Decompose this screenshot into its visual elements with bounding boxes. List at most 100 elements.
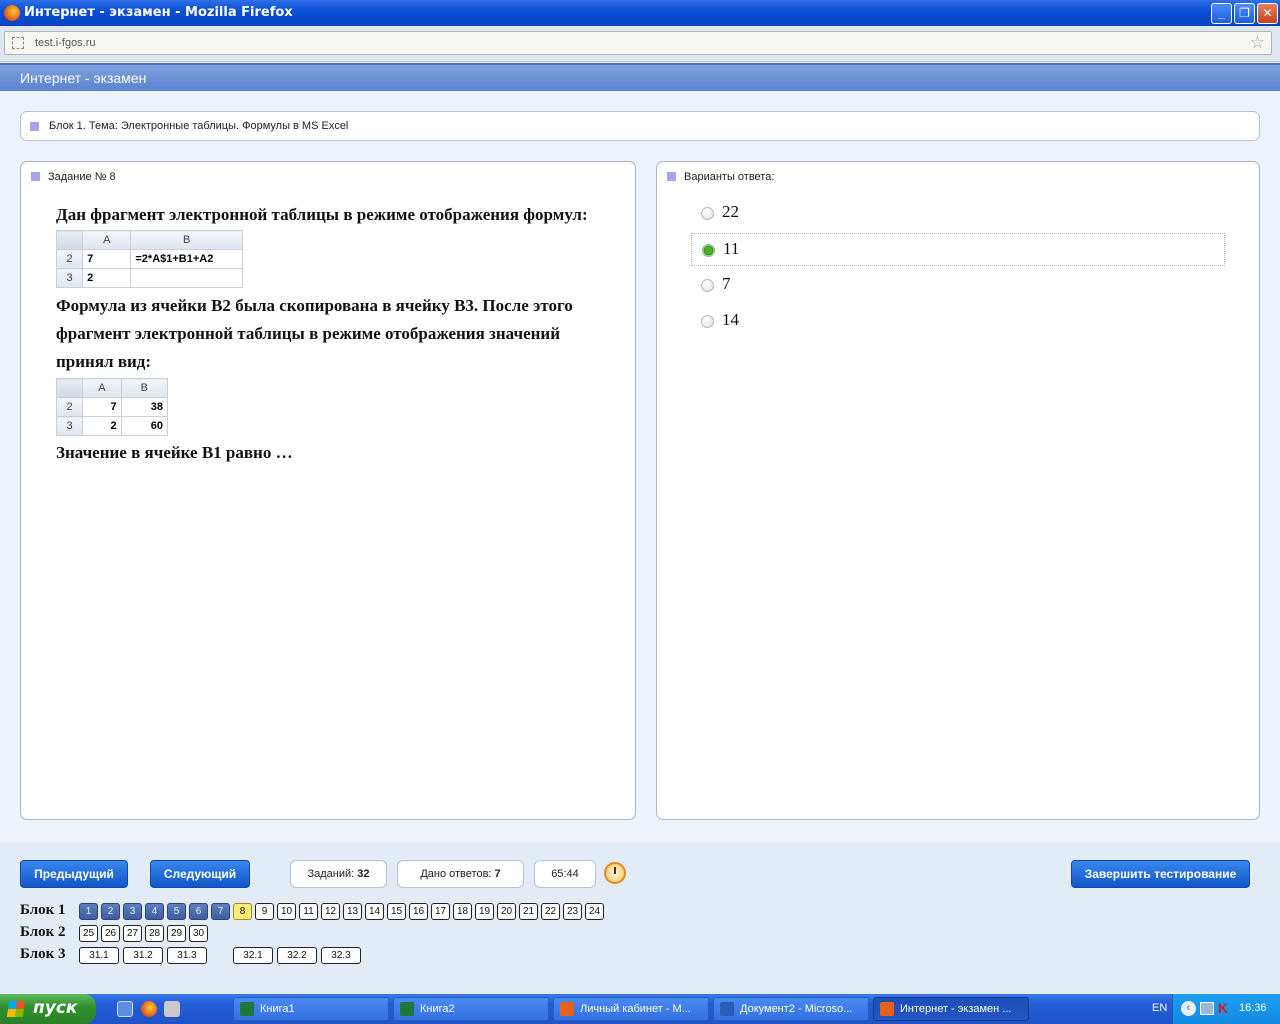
question-nav-cell[interactable]: 32.3: [321, 947, 361, 964]
window-title-bar[interactable]: Интернет - экзамен - Mozilla Firefox _ ❐…: [0, 0, 1280, 26]
question-nav-cell[interactable]: 1: [79, 903, 98, 920]
bullet-square-icon: [667, 171, 676, 181]
cell-ref: B2: [211, 296, 231, 315]
question-nav-cell[interactable]: 8: [233, 903, 252, 920]
answer-option[interactable]: 11: [691, 233, 1225, 266]
question-nav-cell[interactable]: 4: [145, 903, 164, 920]
alarm-clock-icon: [604, 862, 626, 884]
answer-option[interactable]: 14: [691, 305, 1225, 338]
question-nav-cell[interactable]: 32.2: [277, 947, 317, 964]
question-nav-cell[interactable]: 9: [255, 903, 274, 920]
url-field[interactable]: test.i-fgos.ru ☆: [4, 31, 1272, 55]
question-nav-cell[interactable]: 32.1: [233, 947, 273, 964]
question-nav-cell[interactable]: 17: [431, 903, 450, 920]
question-nav-cell[interactable]: 20: [497, 903, 516, 920]
answered-count-value: 7: [494, 868, 501, 880]
question-nav-cell[interactable]: 5: [167, 903, 186, 920]
task-label: Документ2 - Microso...: [740, 1003, 853, 1015]
question-nav-cell[interactable]: 12: [321, 903, 340, 920]
quicklaunch-app-icon[interactable]: [164, 1001, 180, 1017]
column-header: A: [82, 378, 122, 398]
restore-button[interactable]: ❐: [1234, 3, 1255, 24]
row-number: 3: [55, 416, 84, 436]
question-nav-cell[interactable]: 23: [563, 903, 582, 920]
close-button[interactable]: ✕: [1257, 3, 1278, 24]
answer-option[interactable]: 22: [691, 197, 1225, 230]
cell-b3: 60: [120, 416, 169, 436]
start-label: пуск: [33, 998, 78, 1018]
radio-button[interactable]: [701, 315, 714, 328]
previous-button[interactable]: Предыдущий: [20, 860, 128, 888]
language-indicator[interactable]: EN: [1152, 1002, 1167, 1014]
question-nav-cell[interactable]: 16: [409, 903, 428, 920]
question-middle-line1: Формула из ячейки B2 была скопирована в …: [56, 292, 573, 320]
question-nav-cell[interactable]: 31.3: [167, 947, 207, 964]
cell-a3: 2: [82, 416, 122, 436]
formula-table: A B 2 7 =2*A$1+B1+A2 3 2: [55, 230, 243, 288]
task-app-icon: [880, 1002, 894, 1016]
question-nav-cell[interactable]: 18: [453, 903, 472, 920]
radio-button[interactable]: [702, 244, 715, 257]
tray-expand-icon[interactable]: ‹: [1181, 1001, 1196, 1016]
taskbar-task[interactable]: Документ2 - Microso...: [713, 997, 869, 1021]
question-nav-cell[interactable]: 22: [541, 903, 560, 920]
minimize-button[interactable]: _: [1211, 3, 1232, 24]
question-nav-cell[interactable]: 14: [365, 903, 384, 920]
question-ending: Значение в ячейке B1 равно …: [56, 439, 293, 467]
question-nav-cell[interactable]: 19: [475, 903, 494, 920]
question-nav-cell[interactable]: 31.2: [123, 947, 163, 964]
finish-test-button[interactable]: Завершить тестирование: [1071, 860, 1250, 888]
taskbar-task[interactable]: Книга1: [233, 997, 389, 1021]
text-fragment: Формула из ячейки: [56, 296, 207, 315]
task-label: Книга2: [420, 1003, 455, 1015]
question-nav-cell[interactable]: 24: [585, 903, 604, 920]
question-nav-cell[interactable]: 28: [145, 925, 164, 942]
text-fragment: . После этого: [473, 296, 573, 315]
site-identity-icon[interactable]: [12, 37, 24, 49]
question-nav-cell[interactable]: 29: [167, 925, 186, 942]
question-nav-cell[interactable]: 2: [101, 903, 120, 920]
show-desktop-icon[interactable]: [117, 1001, 133, 1017]
answer-option[interactable]: 7: [691, 269, 1225, 302]
firefox-icon: [4, 5, 20, 21]
radio-button[interactable]: [701, 207, 714, 220]
radio-button[interactable]: [701, 279, 714, 292]
task-label: Личный кабинет - M...: [580, 1003, 691, 1015]
answered-count-label: Дано ответов:: [420, 868, 492, 880]
question-middle-line2: фрагмент электронной таблицы в режиме от…: [56, 324, 561, 343]
question-nav-cell[interactable]: 10: [277, 903, 296, 920]
question-nav-cell[interactable]: 15: [387, 903, 406, 920]
taskbar-task[interactable]: Книга2: [393, 997, 549, 1021]
task-app-icon: [400, 1002, 414, 1016]
taskbar-task[interactable]: Интернет - экзамен ...: [873, 997, 1029, 1021]
windows-logo-icon: [6, 1001, 26, 1017]
question-nav-cell[interactable]: 7: [211, 903, 230, 920]
question-nav-cell[interactable]: 6: [189, 903, 208, 920]
address-bar: test.i-fgos.ru ☆: [0, 26, 1280, 62]
clock[interactable]: 16:36: [1239, 1002, 1267, 1014]
question-nav-cell[interactable]: 26: [101, 925, 120, 942]
column-header: A: [82, 230, 132, 250]
block-label: Блок 1: [20, 902, 66, 918]
question-nav-cell[interactable]: 11: [299, 903, 318, 920]
question-heading-text: Задание № 8: [48, 171, 116, 183]
question-nav-cell[interactable]: 13: [343, 903, 362, 920]
question-nav-cell[interactable]: 25: [79, 925, 98, 942]
question-nav-cell[interactable]: 31.1: [79, 947, 119, 964]
taskbar-task[interactable]: Личный кабинет - M...: [553, 997, 709, 1021]
network-icon[interactable]: [1200, 1002, 1214, 1015]
bullet-square-icon: [31, 171, 40, 181]
bookmark-star-icon[interactable]: ☆: [1250, 33, 1265, 53]
answer-label: 14: [722, 310, 739, 329]
firefox-quicklaunch-icon[interactable]: [141, 1001, 157, 1017]
question-nav-cell[interactable]: 21: [519, 903, 538, 920]
question-nav-cell[interactable]: 30: [189, 925, 208, 942]
block-topic-text: Блок 1. Тема: Электронные таблицы. Форму…: [49, 120, 349, 132]
page-title: Интернет - экзамен: [20, 70, 147, 86]
question-nav-cell[interactable]: 27: [123, 925, 142, 942]
next-button[interactable]: Следующий: [150, 860, 250, 888]
question-nav-cell[interactable]: 3: [123, 903, 142, 920]
timer-value: 65:44: [551, 868, 579, 880]
antivirus-icon[interactable]: K: [1218, 1000, 1228, 1016]
start-button[interactable]: пуск: [0, 994, 96, 1024]
